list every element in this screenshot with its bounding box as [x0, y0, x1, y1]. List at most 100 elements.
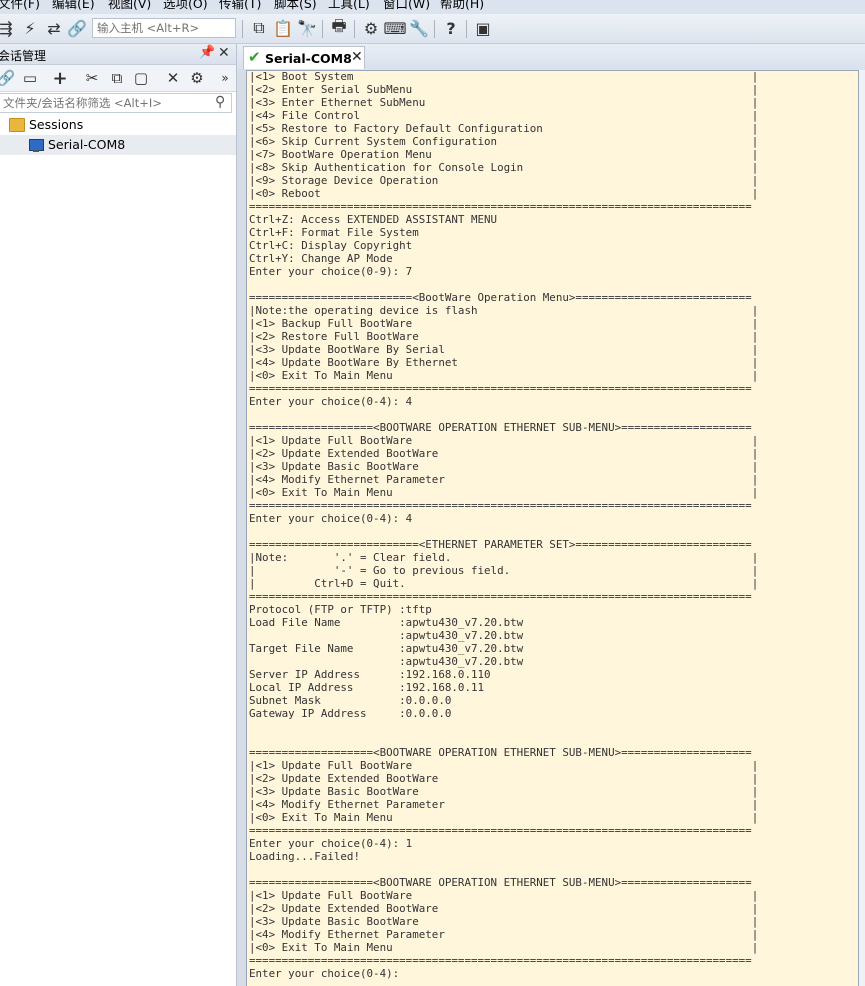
terminal-line: ========================================…	[249, 954, 752, 967]
terminal-line: |<0> Exit To Main Menu |	[249, 486, 759, 499]
tree-session-label: Serial-COM8	[48, 137, 126, 152]
terminal-line: |<3> Update Basic BootWare |	[249, 915, 759, 928]
toolbar-divider	[242, 20, 243, 38]
terminal-line: |<2> Update Extended BootWare |	[249, 447, 759, 460]
menu-tools[interactable]: 工具(L)	[328, 0, 370, 12]
folder-icon	[9, 118, 25, 132]
copy-icon[interactable]: ⧉	[249, 18, 269, 38]
terminal-line: |<2> Enter Serial SubMenu |	[249, 83, 759, 96]
terminal-line: |Note:the operating device is flash |	[249, 304, 759, 317]
terminal-line: |<4> Modify Ethernet Parameter |	[249, 473, 759, 486]
terminal-line: Local IP Address :192.168.0.11	[249, 681, 485, 694]
terminal-line: | Ctrl+D = Quit. |	[249, 577, 759, 590]
menu-help[interactable]: 帮助(H)	[440, 0, 484, 12]
terminal-line: Ctrl+Y: Change AP Mode	[249, 252, 393, 265]
link-icon[interactable]: 🔗	[0, 68, 16, 88]
menu-view[interactable]: 视图(V)	[108, 0, 151, 12]
tab-close-icon[interactable]: ✕	[351, 49, 363, 65]
menu-script[interactable]: 脚本(S)	[274, 0, 317, 12]
terminal-line: Ctrl+C: Display Copyright	[249, 239, 413, 252]
lightning-icon[interactable]: ⚡	[20, 18, 40, 38]
terminal-line: Server IP Address :192.168.0.110	[249, 668, 491, 681]
terminal-line: |<6> Skip Current System Configuration |	[249, 135, 759, 148]
terminal-line: |<2> Update Extended BootWare |	[249, 772, 759, 785]
terminal-line: ==========================<ETHERNET PARA…	[249, 538, 752, 551]
add-icon[interactable]: +	[50, 68, 70, 89]
screen-icon[interactable]: ▣	[473, 18, 493, 38]
tab-serial-com8[interactable]: ✔ Serial-COM8 ✕	[243, 46, 365, 69]
terminal-scrollbar[interactable]	[859, 70, 865, 986]
terminal-line: ========================================…	[249, 499, 752, 512]
terminal-line: :apwtu430_v7.20.btw	[249, 655, 524, 668]
tree-folder-sessions[interactable]: Sessions	[0, 115, 236, 135]
toolbar-divider	[322, 20, 323, 38]
terminal-line: Load File Name :apwtu430_v7.20.btw	[249, 616, 524, 629]
terminal-line: |<1> Update Full BootWare |	[249, 759, 759, 772]
menu-edit[interactable]: 编辑(E)	[52, 0, 95, 12]
keyboard-icon[interactable]: ⌨	[383, 18, 406, 38]
computer-icon	[29, 139, 44, 152]
print-icon[interactable]: 🖶	[329, 16, 349, 38]
tool-icon[interactable]: 🔧	[409, 18, 429, 38]
terminal-line: Loading...Failed!	[249, 850, 360, 863]
terminal-line: =========================<BootWare Opera…	[249, 291, 752, 304]
terminal-line: |<2> Restore Full BootWare |	[249, 330, 759, 343]
session-manager-header: 会话管理 📌 ✕	[0, 44, 236, 65]
terminal-line: |<5> Restore to Factory Default Configur…	[249, 122, 759, 135]
main-toolbar: ⇶ ⚡ ⇄ 🔗 ⧉ 📋 🔭 🖶 ⚙ ⌨ 🔧 ? ▣	[0, 14, 865, 44]
terminal-line: |<1> Update Full BootWare |	[249, 434, 759, 447]
toolbar-divider	[466, 20, 467, 38]
terminal-screen[interactable]: |<1> Boot System | |<2> Enter Serial Sub…	[246, 70, 859, 986]
gear-icon[interactable]: ⚙	[187, 68, 207, 88]
terminal-output: |<1> Boot System | |<2> Enter Serial Sub…	[247, 71, 858, 980]
tree-session-serial-com8[interactable]: Serial-COM8	[0, 135, 236, 155]
connect-icon[interactable]: ⇶	[0, 18, 16, 38]
link-icon[interactable]: 🔗	[67, 18, 87, 38]
delete-icon[interactable]: ✕	[163, 68, 183, 88]
terminal-line: |<7> BootWare Operation Menu |	[249, 148, 759, 161]
terminal-line: |<1> Update Full BootWare |	[249, 889, 759, 902]
terminal-line: Ctrl+F: Format File System	[249, 226, 419, 239]
terminal-line: Protocol (FTP or TFTP) :tftp	[249, 603, 432, 616]
terminal-line: Ctrl+Z: Access EXTENDED ASSISTANT MENU	[249, 213, 498, 226]
tab-label: Serial-COM8	[265, 51, 352, 66]
host-input[interactable]	[92, 18, 236, 38]
chevron-right-icon[interactable]: »	[215, 68, 235, 88]
terminal-line: Enter your choice(0-4): 1	[249, 837, 413, 850]
help-icon[interactable]: ?	[441, 18, 461, 38]
pin-icon[interactable]: 📌	[199, 45, 215, 60]
window-icon[interactable]: ▭	[20, 68, 40, 88]
connected-check-icon: ✔	[248, 48, 261, 66]
terminal-line: |<4> File Control |	[249, 109, 759, 122]
terminal-line: ===================<BOOTWARE OPERATION E…	[249, 421, 752, 434]
menu-window[interactable]: 窗口(W)	[383, 0, 430, 12]
close-icon[interactable]: ✕	[218, 45, 230, 61]
copy-icon[interactable]: ⧉	[107, 68, 127, 88]
terminal-line: :apwtu430_v7.20.btw	[249, 629, 524, 642]
terminal-line: Enter your choice(0-4): 4	[249, 395, 413, 408]
menu-file[interactable]: 文件(F)	[0, 0, 40, 12]
terminal-line: ========================================…	[249, 382, 752, 395]
settings-icon[interactable]: ⚙	[361, 18, 381, 38]
terminal-line: |<3> Enter Ethernet SubMenu |	[249, 96, 759, 109]
session-tab-strip: ✔ Serial-COM8 ✕	[237, 44, 865, 69]
toolbar-divider	[434, 20, 435, 38]
search-icon[interactable]: ⚲	[215, 94, 225, 110]
find-icon[interactable]: 🔭	[297, 18, 317, 38]
session-filter-input[interactable]	[0, 93, 232, 113]
cut-icon[interactable]: ✂	[82, 68, 102, 88]
terminal-line: Target File Name :apwtu430_v7.20.btw	[249, 642, 524, 655]
terminal-line: |<0> Exit To Main Menu |	[249, 941, 759, 954]
terminal-line: |<4> Update BootWare By Ethernet |	[249, 356, 759, 369]
paste-icon[interactable]: 📋	[273, 18, 293, 38]
session-manager-title: 会话管理	[0, 49, 47, 63]
toolbar-divider	[354, 20, 355, 38]
terminal-line: Enter your choice(0-4):	[249, 967, 400, 980]
terminal-line: ===================<BOOTWARE OPERATION E…	[249, 746, 752, 759]
terminal-line: |Note: '.' = Clear field. |	[249, 551, 759, 564]
menu-transfer[interactable]: 传输(T)	[219, 0, 261, 12]
terminal-line: |<4> Modify Ethernet Parameter |	[249, 798, 759, 811]
paste-icon[interactable]: ▢	[131, 68, 151, 88]
menu-options[interactable]: 选项(O)	[163, 0, 208, 12]
reconnect-icon[interactable]: ⇄	[44, 18, 64, 38]
